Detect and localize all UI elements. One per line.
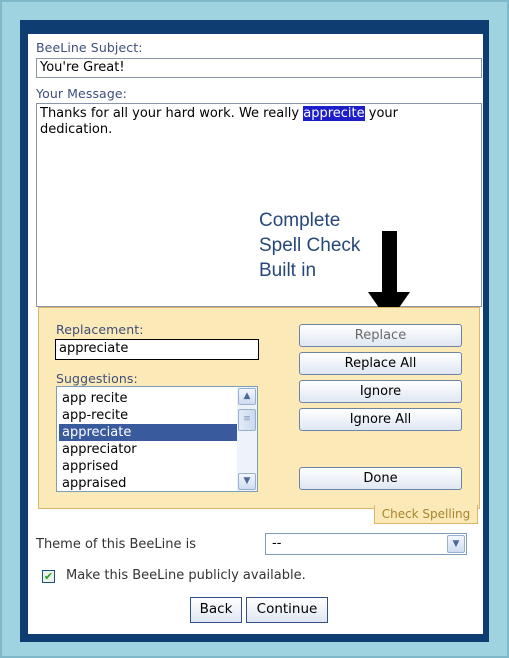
scroll-thumb[interactable]: ≡ xyxy=(238,409,256,431)
suggestions-listbox[interactable]: app recite app-recite appreciate appreci… xyxy=(56,386,258,492)
replace-button[interactable]: Replace xyxy=(299,324,462,347)
suggestion-item[interactable]: appraised xyxy=(59,475,240,491)
arrow-down-icon xyxy=(382,231,397,293)
spell-check-callout: Complete Spell Check Built in xyxy=(259,208,360,283)
message-text-line2: dedication. xyxy=(40,122,113,137)
scroll-down-icon[interactable]: ▼ xyxy=(238,473,256,490)
replacement-input[interactable]: appreciate xyxy=(55,339,259,360)
theme-select[interactable]: -- ▼ xyxy=(265,533,467,555)
subject-input[interactable]: You're Great! xyxy=(36,58,482,78)
suggestion-item-selected[interactable]: appreciate xyxy=(59,424,240,441)
replacement-label: Replacement: xyxy=(56,322,144,337)
callout-line3: Built in xyxy=(259,260,317,281)
chevron-down-icon[interactable]: ▼ xyxy=(447,535,465,553)
message-text-end: your xyxy=(364,106,399,121)
misspelled-word: apprecite xyxy=(303,106,365,121)
continue-button[interactable]: Continue xyxy=(246,597,328,623)
suggestions-scrollbar[interactable]: ▲ ≡ ▼ xyxy=(237,387,257,491)
check-spelling-tab[interactable]: Check Spelling xyxy=(374,505,478,524)
suggestion-item[interactable]: appreciator xyxy=(59,441,240,458)
callout-line1: Complete xyxy=(259,210,341,231)
callout-line2: Spell Check xyxy=(259,235,361,256)
message-label: Your Message: xyxy=(36,86,127,101)
suggestions-label: Suggestions: xyxy=(56,371,138,386)
theme-select-value: -- xyxy=(272,536,282,551)
subject-label: BeeLine Subject: xyxy=(36,40,143,55)
replace-all-button[interactable]: Replace All xyxy=(299,352,462,375)
back-button[interactable]: Back xyxy=(190,597,242,623)
public-checkbox-label[interactable]: Make this BeeLine publicly available. xyxy=(66,568,306,583)
message-text-start: Thanks for all your hard work. We really xyxy=(40,106,304,121)
suggestion-item[interactable]: app-recite xyxy=(59,407,240,424)
theme-label: Theme of this BeeLine is xyxy=(36,537,197,552)
suggestion-item[interactable]: app recite xyxy=(59,390,240,407)
ignore-button[interactable]: Ignore xyxy=(299,380,462,403)
scroll-up-icon[interactable]: ▲ xyxy=(238,388,256,405)
public-checkbox[interactable]: ✔ xyxy=(42,570,55,583)
done-button[interactable]: Done xyxy=(299,467,462,490)
ignore-all-button[interactable]: Ignore All xyxy=(299,408,462,431)
suggestion-item[interactable]: apprised xyxy=(59,458,240,475)
